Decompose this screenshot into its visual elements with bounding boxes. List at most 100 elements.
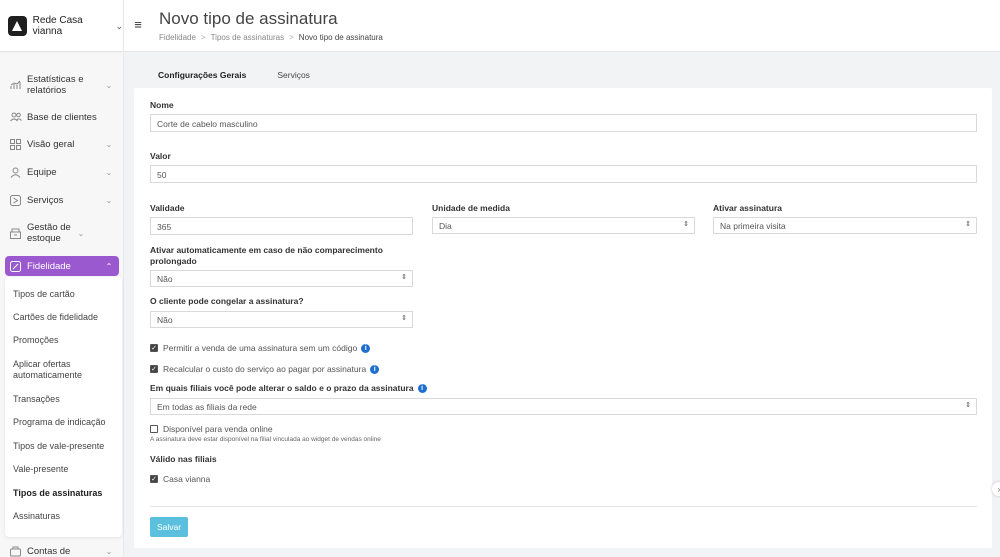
sidebar-item-estatisticas[interactable]: Estatísticas e relatórios ⌄ (5, 73, 119, 97)
online-sale-checkbox[interactable]: Disponível para venda online (150, 424, 273, 434)
loyalty-icon (9, 260, 22, 273)
recalc-cost-checkbox[interactable]: ✓ Recalcular o custo do serviço ao pagar… (150, 364, 380, 374)
fidelidade-submenu: Tipos de cartão Cartões de fidelidade Pr… (5, 277, 122, 537)
branches-edit-label: Em quais filiais você pode alterar o sal… (150, 383, 414, 393)
submenu-item-aplicar-ofertas[interactable]: Aplicar ofertas automaticamente (13, 359, 93, 381)
form-divider (150, 506, 977, 507)
submenu-item-cartoes-fidelidade[interactable]: Cartões de fidelidade (13, 312, 98, 323)
scroll-right-icon[interactable]: › (992, 482, 1000, 496)
sidebar-item-base-clientes[interactable]: Base de clientes (5, 110, 119, 124)
auto-activate-label: Ativar automaticamente em caso de não co… (150, 245, 383, 266)
select-arrow-icon: ⇕ (965, 221, 971, 228)
info-icon[interactable]: i (361, 343, 371, 353)
breadcrumb-current: Novo tipo de assinatura (298, 33, 383, 42)
submenu-item-tipos-assinaturas[interactable]: Tipos de assinaturas (13, 488, 102, 499)
checkbox-checked-icon: ✓ (150, 365, 158, 373)
tab-servicos[interactable]: Serviços (277, 64, 310, 86)
chevron-down-icon: ⌄ (105, 167, 113, 177)
chevron-down-icon: ⌄ (105, 80, 113, 90)
sidebar-item-gestao-estoque[interactable]: Gestão de estoque ⌄ (5, 221, 119, 245)
save-button[interactable]: Salvar (150, 517, 188, 537)
online-sale-label: Disponível para venda online (163, 424, 273, 434)
breadcrumb-link-fidelidade[interactable]: Fidelidade (159, 33, 196, 42)
branch-name-label: Casa vianna (163, 474, 211, 484)
chevron-down-icon: ⌄ (115, 20, 123, 31)
sidebar-item-label: Base de clientes (27, 111, 97, 123)
breadcrumb-separator: > (200, 33, 206, 42)
sidebar-item-label: Estatísticas e relatórios (27, 74, 84, 96)
submenu-item-programa-indicacao[interactable]: Programa de indicação (13, 417, 106, 428)
name-label: Nome (150, 100, 174, 110)
chevron-down-icon: ⌄ (105, 195, 113, 205)
info-icon[interactable]: i (370, 364, 380, 374)
sidebar-item-servicos[interactable]: Serviços ⌄ (5, 193, 119, 207)
chart-icon (9, 79, 22, 92)
page-title: Novo tipo de assinatura (159, 9, 338, 28)
name-input[interactable]: Corte de cabelo masculino (150, 114, 977, 132)
branch-casa-vianna-checkbox[interactable]: ✓ Casa vianna (150, 474, 210, 484)
info-icon[interactable]: i (417, 384, 427, 393)
sidebar-item-label: Equipe (27, 166, 57, 178)
sidebar-item-label: Serviços (27, 194, 64, 206)
sell-without-code-checkbox[interactable]: ✓ Permitir a venda de uma assinatura sem… (150, 343, 371, 353)
submenu-item-tipos-cartao[interactable]: Tipos de cartão (13, 289, 75, 300)
select-arrow-icon: ⇕ (683, 221, 689, 228)
chevron-down-icon: ⌄ (105, 546, 113, 556)
checkbox-unchecked-icon (150, 425, 158, 433)
chevron-down-icon: ⌄ (105, 139, 113, 149)
chevron-up-icon: ⌃ (105, 261, 113, 271)
select-arrow-icon: ⇕ (401, 274, 407, 281)
validity-input[interactable]: 365 (150, 217, 413, 235)
freeze-select-value: Não (157, 315, 173, 325)
auto-activate-select-value: Não (157, 274, 173, 284)
box-icon (9, 227, 22, 240)
sidebar-item-contas[interactable]: Contas de ⌄ (5, 544, 119, 557)
sidebar: Estatísticas e relatórios ⌄ Base de clie… (0, 53, 124, 557)
breadcrumb: Fidelidade > Tipos de assinaturas > Novo… (159, 33, 383, 42)
grid-icon (9, 138, 22, 151)
chevron-down-icon: ⌄ (77, 228, 85, 238)
services-icon (9, 194, 22, 207)
accounts-icon (9, 545, 22, 557)
sidebar-item-label: Fidelidade (27, 260, 71, 272)
brand-name: Rede Casa vianna (32, 15, 83, 37)
user-icon (9, 166, 22, 179)
freeze-select[interactable]: Não ⇕ (150, 311, 413, 328)
sidebar-item-fidelidade[interactable]: Fidelidade ⌃ (5, 256, 119, 276)
value-input[interactable]: 50 (150, 165, 977, 183)
sidebar-item-label: Contas de (27, 545, 71, 557)
sidebar-item-equipe[interactable]: Equipe ⌄ (5, 165, 119, 179)
branches-edit-label-row: Em quais filiais você pode alterar o sal… (150, 383, 427, 394)
brand-switcher[interactable]: Rede Casa vianna ⌄ (0, 0, 124, 52)
sidebar-item-label: Gestão de estoque (27, 222, 71, 244)
activate-select-value: Na primeira visita (720, 221, 786, 231)
sell-without-code-label: Permitir a venda de uma assinatura sem u… (163, 343, 358, 353)
breadcrumb-link-tipos[interactable]: Tipos de assinaturas (211, 33, 285, 42)
submenu-item-assinaturas[interactable]: Assinaturas (13, 511, 60, 522)
value-label: Valor (150, 151, 171, 161)
validity-label: Validade (150, 203, 185, 213)
valid-branches-label: Válido nas filiais (150, 454, 217, 464)
checkbox-checked-icon: ✓ (150, 344, 158, 352)
submenu-item-vale-presente[interactable]: Vale-presente (13, 464, 68, 475)
breadcrumb-separator: > (289, 33, 294, 42)
auto-activate-select[interactable]: Não ⇕ (150, 270, 413, 287)
top-bar: Rede Casa vianna ⌄ ≡ Novo tipo de assina… (0, 0, 1000, 52)
recalc-cost-label: Recalcular o custo do serviço ao pagar p… (163, 364, 367, 374)
activate-select[interactable]: Na primeira visita ⇕ (713, 217, 977, 234)
tab-configuracoes-gerais[interactable]: Configurações Gerais (158, 64, 246, 86)
unit-select-value: Dia (439, 221, 452, 231)
sidebar-item-visao-geral[interactable]: Visão geral ⌄ (5, 137, 119, 151)
brand-logo-icon (8, 16, 27, 36)
select-arrow-icon: ⇕ (965, 402, 971, 409)
hamburger-menu-icon[interactable]: ≡ (128, 14, 148, 34)
submenu-item-tipos-vale-presente[interactable]: Tipos de vale-presente (13, 441, 104, 452)
submenu-item-transacoes[interactable]: Transações (13, 394, 60, 405)
unit-select[interactable]: Dia ⇕ (432, 217, 695, 234)
activate-label: Ativar assinatura (713, 203, 782, 213)
checkbox-checked-icon: ✓ (150, 475, 158, 483)
select-arrow-icon: ⇕ (401, 315, 407, 322)
submenu-item-promocoes[interactable]: Promoções (13, 335, 59, 346)
branches-edit-select[interactable]: Em todas as filiais da rede ⇕ (150, 398, 977, 415)
tabs: Configurações Gerais Serviços (134, 64, 341, 86)
